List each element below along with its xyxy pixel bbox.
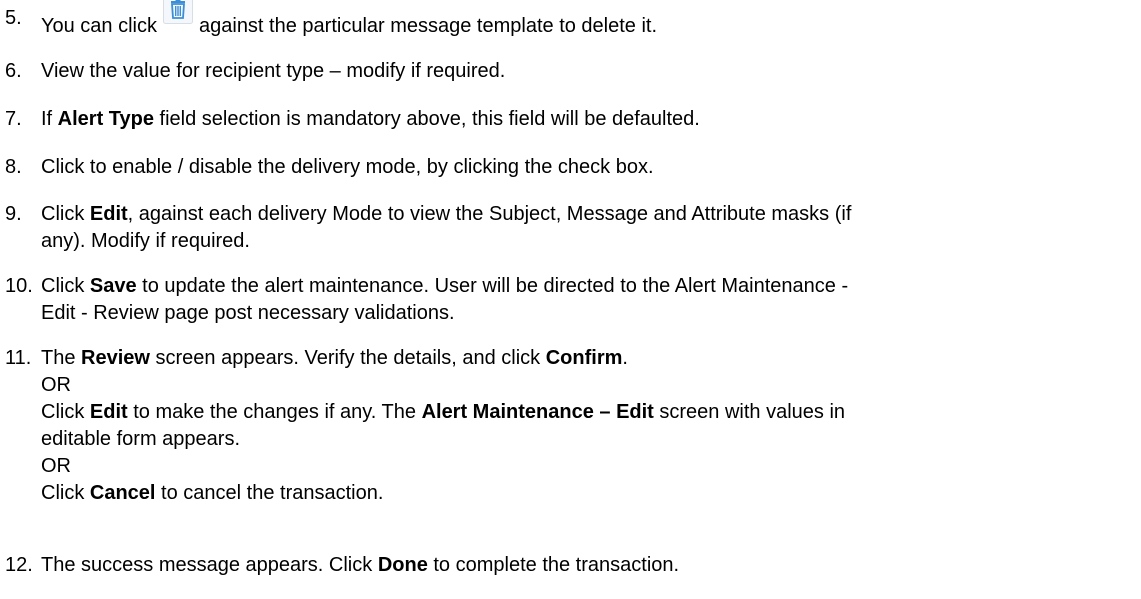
step-text-part: The success message appears. Click — [41, 554, 378, 576]
step-text-part: The — [41, 347, 82, 369]
step-text-part: any). Modify if required. — [41, 230, 250, 252]
step-text-part: View the value for recipient type – modi… — [41, 60, 506, 82]
step-text-part: screen appears. Verify the details, and … — [149, 347, 546, 369]
step-text-part: . — [622, 347, 628, 369]
step-text-part: screen with values in — [653, 401, 846, 423]
step-text-or: OR — [41, 374, 71, 396]
step-text: Click to enable / disable the delivery m… — [41, 154, 1139, 181]
step-text-part: to update the alert maintenance. User wi… — [136, 275, 849, 297]
step-text: Click Save to update the alert maintenan… — [41, 273, 1139, 327]
step-text: If Alert Type field selection is mandato… — [41, 106, 1139, 133]
step-number: 8. — [5, 156, 22, 178]
step-text-part: editable form appears. — [41, 428, 241, 450]
step-text-part: to complete the transaction. — [427, 554, 680, 576]
step-text-bold: Confirm — [545, 347, 623, 369]
step-text: Click Edit, against each delivery Mode t… — [41, 201, 1139, 255]
step-text-part: Click — [41, 275, 90, 297]
step-text-part: Click — [41, 482, 90, 504]
trash-icon[interactable] — [163, 0, 193, 24]
step-text-bold: Save — [89, 275, 137, 297]
step-text-bold: Edit — [89, 401, 128, 423]
step-text: The success message appears. Click Done … — [41, 552, 1139, 579]
step-number: 10. — [5, 275, 33, 297]
step-text: View the value for recipient type – modi… — [41, 58, 1139, 85]
step-text-bold: Done — [377, 554, 428, 576]
step-number: 11. — [5, 347, 32, 369]
step-text-bold: Edit — [89, 203, 128, 225]
step-text-part: field selection is mandatory above, this… — [154, 108, 700, 130]
step-text-part: Click — [41, 401, 90, 423]
step-text-part: to make the changes if any. The — [127, 401, 422, 423]
step-text-part: Edit - Review page post necessary valida… — [41, 302, 455, 324]
step-number: 5. — [5, 7, 22, 29]
step-text-bold: Alert Maintenance – Edit — [421, 401, 654, 423]
step-number: 12. — [5, 554, 33, 576]
step-text-bold: Cancel — [89, 482, 156, 504]
step-number: 7. — [5, 108, 22, 130]
step-text-or: OR — [41, 455, 71, 477]
step-text-part: You can click — [41, 15, 157, 37]
step-text-part: If — [41, 108, 58, 130]
step-text-part: against the particular message template … — [199, 15, 658, 37]
step-text-part: , against each delivery Mode to view the… — [127, 203, 852, 225]
step-number: 9. — [5, 203, 22, 225]
step-text: The Review screen appears. Verify the de… — [41, 345, 1139, 507]
step-text-bold: Alert Type — [57, 108, 154, 130]
step-text-part: Click — [41, 203, 90, 225]
step-text-bold: Review — [81, 347, 150, 369]
step-number: 6. — [5, 60, 22, 82]
step-text-part: to cancel the transaction. — [155, 482, 384, 504]
step-text: You can click against the particular mes… — [41, 0, 1139, 40]
step-text-part: Click to enable / disable the delivery m… — [41, 156, 654, 178]
